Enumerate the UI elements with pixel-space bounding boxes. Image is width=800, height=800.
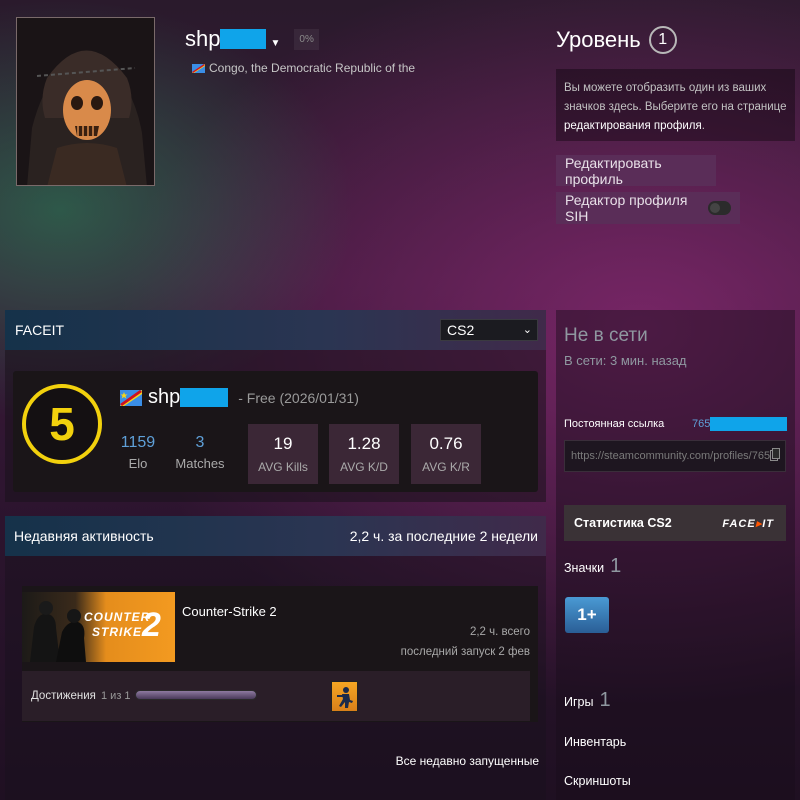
permalink-url: https://steamcommunity.com/profiles/765 xyxy=(571,450,771,462)
profile-percent: 0% xyxy=(294,28,319,50)
faceit-nickname[interactable]: shp xyxy=(148,386,180,409)
edit-profile-link[interactable]: редактирования профиля xyxy=(564,120,702,132)
games-label: Игры xyxy=(564,695,594,709)
badge-info-tail: . xyxy=(701,120,705,132)
country-name: Congo, the Democratic Republic of the xyxy=(209,61,416,75)
elo-stat: 1159 Elo xyxy=(116,434,160,471)
edit-profile-button[interactable]: Редактировать профиль xyxy=(556,154,716,187)
permalink-input[interactable]: https://steamcommunity.com/profiles/765 xyxy=(564,440,786,472)
stat-label: AVG K/R xyxy=(422,460,470,474)
elo-label: Elo xyxy=(128,456,148,471)
sih-toggle[interactable] xyxy=(707,201,731,215)
stat-value: 1.28 xyxy=(347,434,381,453)
stat-label: AVG K/D xyxy=(340,460,388,474)
faceit-header-title: FACEIT xyxy=(15,322,65,338)
permalink-label: Постоянная ссылка xyxy=(564,418,665,430)
faceit-level-value: 5 xyxy=(49,398,75,450)
faceit-name-row: shp - Free (2026/01/31) xyxy=(120,386,359,409)
badge-info-box: Вы можете отобразить один из ваших значк… xyxy=(556,69,795,141)
game-select[interactable]: CS2 ⌄ xyxy=(440,319,538,341)
profile-name-row: shp ▼ 0% xyxy=(185,26,319,52)
all-recent-link[interactable]: Все недавно запущенные xyxy=(330,754,539,768)
badges-section-link[interactable]: Значки 1 xyxy=(564,555,621,578)
badge-item-text: 1+ xyxy=(577,605,597,624)
profile-avatar xyxy=(16,17,155,186)
achievements-row[interactable] xyxy=(22,671,530,721)
matches-label: Matches xyxy=(175,456,225,471)
profile-country: Congo, the Democratic Republic of the xyxy=(192,61,415,75)
faceit-logo-part-a: FACE xyxy=(722,517,756,530)
game-select-value: CS2 xyxy=(447,322,475,338)
recent-game-title[interactable]: Counter-Strike 2 xyxy=(182,604,277,619)
faceit-logo: FACE▸IT xyxy=(722,517,774,530)
badge-info-text: Вы можете отобразить один из ваших значк… xyxy=(564,82,787,113)
stat-box-avg-kills: 19 AVG Kills xyxy=(248,424,318,484)
level-badge[interactable]: 1 xyxy=(648,26,677,54)
profile-nickname: shp xyxy=(185,26,221,51)
counter-terrorist-icon xyxy=(336,686,353,708)
elo-value: 1159 xyxy=(120,434,156,451)
stat-value: 0.76 xyxy=(429,434,463,453)
level-label: Уровень xyxy=(556,27,641,52)
faceit-logo-part-b: IT xyxy=(762,517,774,530)
achievements-label: Достижения xyxy=(31,690,96,702)
recent-activity-title: Недавняя активность xyxy=(14,528,154,544)
badges-count: 1 xyxy=(610,555,622,577)
copy-icon[interactable] xyxy=(770,448,780,461)
stat-label: AVG Kills xyxy=(258,460,308,474)
last-seen: В сети: 3 мин. назад xyxy=(564,353,687,368)
faceit-panel-header: FACEIT CS2 ⌄ xyxy=(5,310,546,350)
avatar-image xyxy=(17,18,154,185)
badges-label: Значки xyxy=(564,561,605,575)
screenshots-link[interactable]: Скриншоты xyxy=(564,774,631,788)
stat-box-avg-kr: 0.76 AVG K/R xyxy=(411,424,481,484)
capsule-number: 2 xyxy=(142,606,161,644)
cs2-stats-label: Статистика CS2 xyxy=(574,516,672,530)
drc-flag-icon xyxy=(120,389,142,406)
achievements-count: 1 из 1 xyxy=(101,690,131,702)
faceit-level-ring: 5 xyxy=(22,384,102,464)
stat-value: 19 xyxy=(273,434,293,453)
redacted-faceit-name xyxy=(180,388,229,407)
achievements-progress-bar xyxy=(135,690,257,700)
games-count: 1 xyxy=(599,689,611,711)
name-dropdown-icon[interactable]: ▼ xyxy=(270,38,280,49)
recent-activity-summary: 2,2 ч. за последние 2 недели xyxy=(349,528,538,544)
games-section-link[interactable]: Игры 1 xyxy=(564,689,611,712)
recent-game-hours: 2,2 ч. всего xyxy=(469,626,530,638)
redacted-name-block xyxy=(220,29,267,49)
cs2-stats-button[interactable]: Статистика CS2 FACE▸IT xyxy=(564,505,786,541)
stat-box-avg-kd: 1.28 AVG K/D xyxy=(329,424,399,484)
capsule-line-2: STRIKE xyxy=(92,625,143,639)
matches-stat: 3 Matches xyxy=(172,434,228,471)
recent-activity-header: Недавняя активность 2,2 ч. за последние … xyxy=(5,516,546,556)
redacted-permalink-id xyxy=(710,417,788,431)
drc-flag-icon xyxy=(192,63,205,73)
achievement-cs-icon[interactable] xyxy=(331,681,358,712)
sih-profile-editor-button[interactable]: Редактор профиля SIH xyxy=(556,192,740,224)
recent-game-last-played: последний запуск 2 фев xyxy=(400,646,530,658)
permalink-id-text: 765 xyxy=(692,418,711,430)
online-status: Не в сети xyxy=(564,325,648,346)
capsule-line-1: COUNTER xyxy=(84,610,151,624)
inventory-link[interactable]: Инвентарь xyxy=(564,735,626,749)
edit-profile-label: Редактировать профиль xyxy=(565,154,662,187)
level-row: Уровень 1 xyxy=(556,26,677,54)
chevron-down-icon: ⌄ xyxy=(522,324,532,336)
cs2-capsule-image[interactable]: COUNTER STRIKE 2 xyxy=(22,592,175,662)
matches-value: 3 xyxy=(195,434,205,451)
sih-editor-label: Редактор профиля SIH xyxy=(565,192,688,224)
badge-years-of-service[interactable]: 1+ xyxy=(565,597,609,633)
faceit-subscription: - Free (2026/01/31) xyxy=(238,389,359,406)
permalink-id[interactable]: 765 xyxy=(692,417,788,431)
